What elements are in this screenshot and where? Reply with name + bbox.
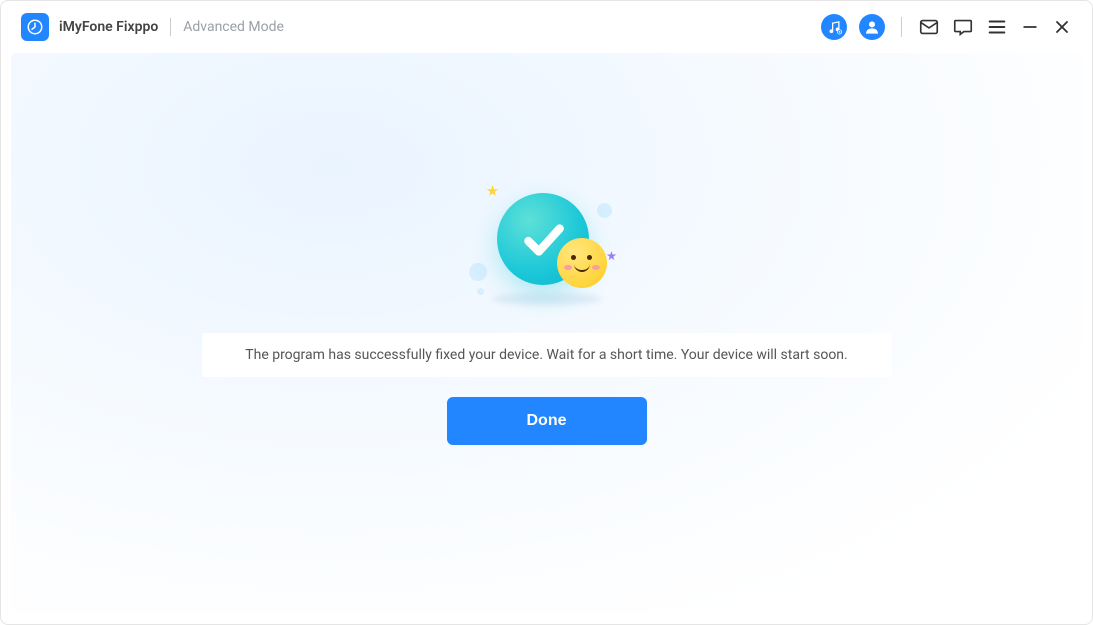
shadow	[492, 293, 602, 305]
sparkle-icon	[487, 185, 499, 197]
success-message: The program has successfully fixed your …	[202, 333, 892, 377]
bubble	[469, 263, 487, 281]
titlebar: iMyFone Fixppo Advanced Mode	[1, 1, 1092, 53]
mail-icon[interactable]	[918, 16, 940, 38]
close-button[interactable]	[1052, 17, 1072, 37]
done-button[interactable]: Done	[447, 397, 647, 445]
success-illustration	[457, 183, 637, 313]
account-icon[interactable]	[859, 14, 885, 40]
smiley-icon	[557, 238, 607, 288]
sparkle-icon	[607, 251, 617, 261]
music-icon[interactable]	[821, 14, 847, 40]
minimize-button[interactable]	[1020, 17, 1040, 37]
icon-separator	[901, 17, 902, 37]
mode-label: Advanced Mode	[183, 19, 284, 35]
titlebar-icons	[821, 14, 1072, 40]
bubble	[477, 288, 484, 295]
content-area: The program has successfully fixed your …	[11, 53, 1082, 614]
app-window: iMyFone Fixppo Advanced Mode	[0, 0, 1093, 625]
chat-icon[interactable]	[952, 16, 974, 38]
menu-icon[interactable]	[986, 16, 1008, 38]
logo-icon	[26, 18, 44, 36]
bubble	[597, 203, 612, 218]
title-divider	[170, 18, 171, 36]
app-logo	[21, 13, 49, 41]
app-title: iMyFone Fixppo	[59, 19, 158, 35]
